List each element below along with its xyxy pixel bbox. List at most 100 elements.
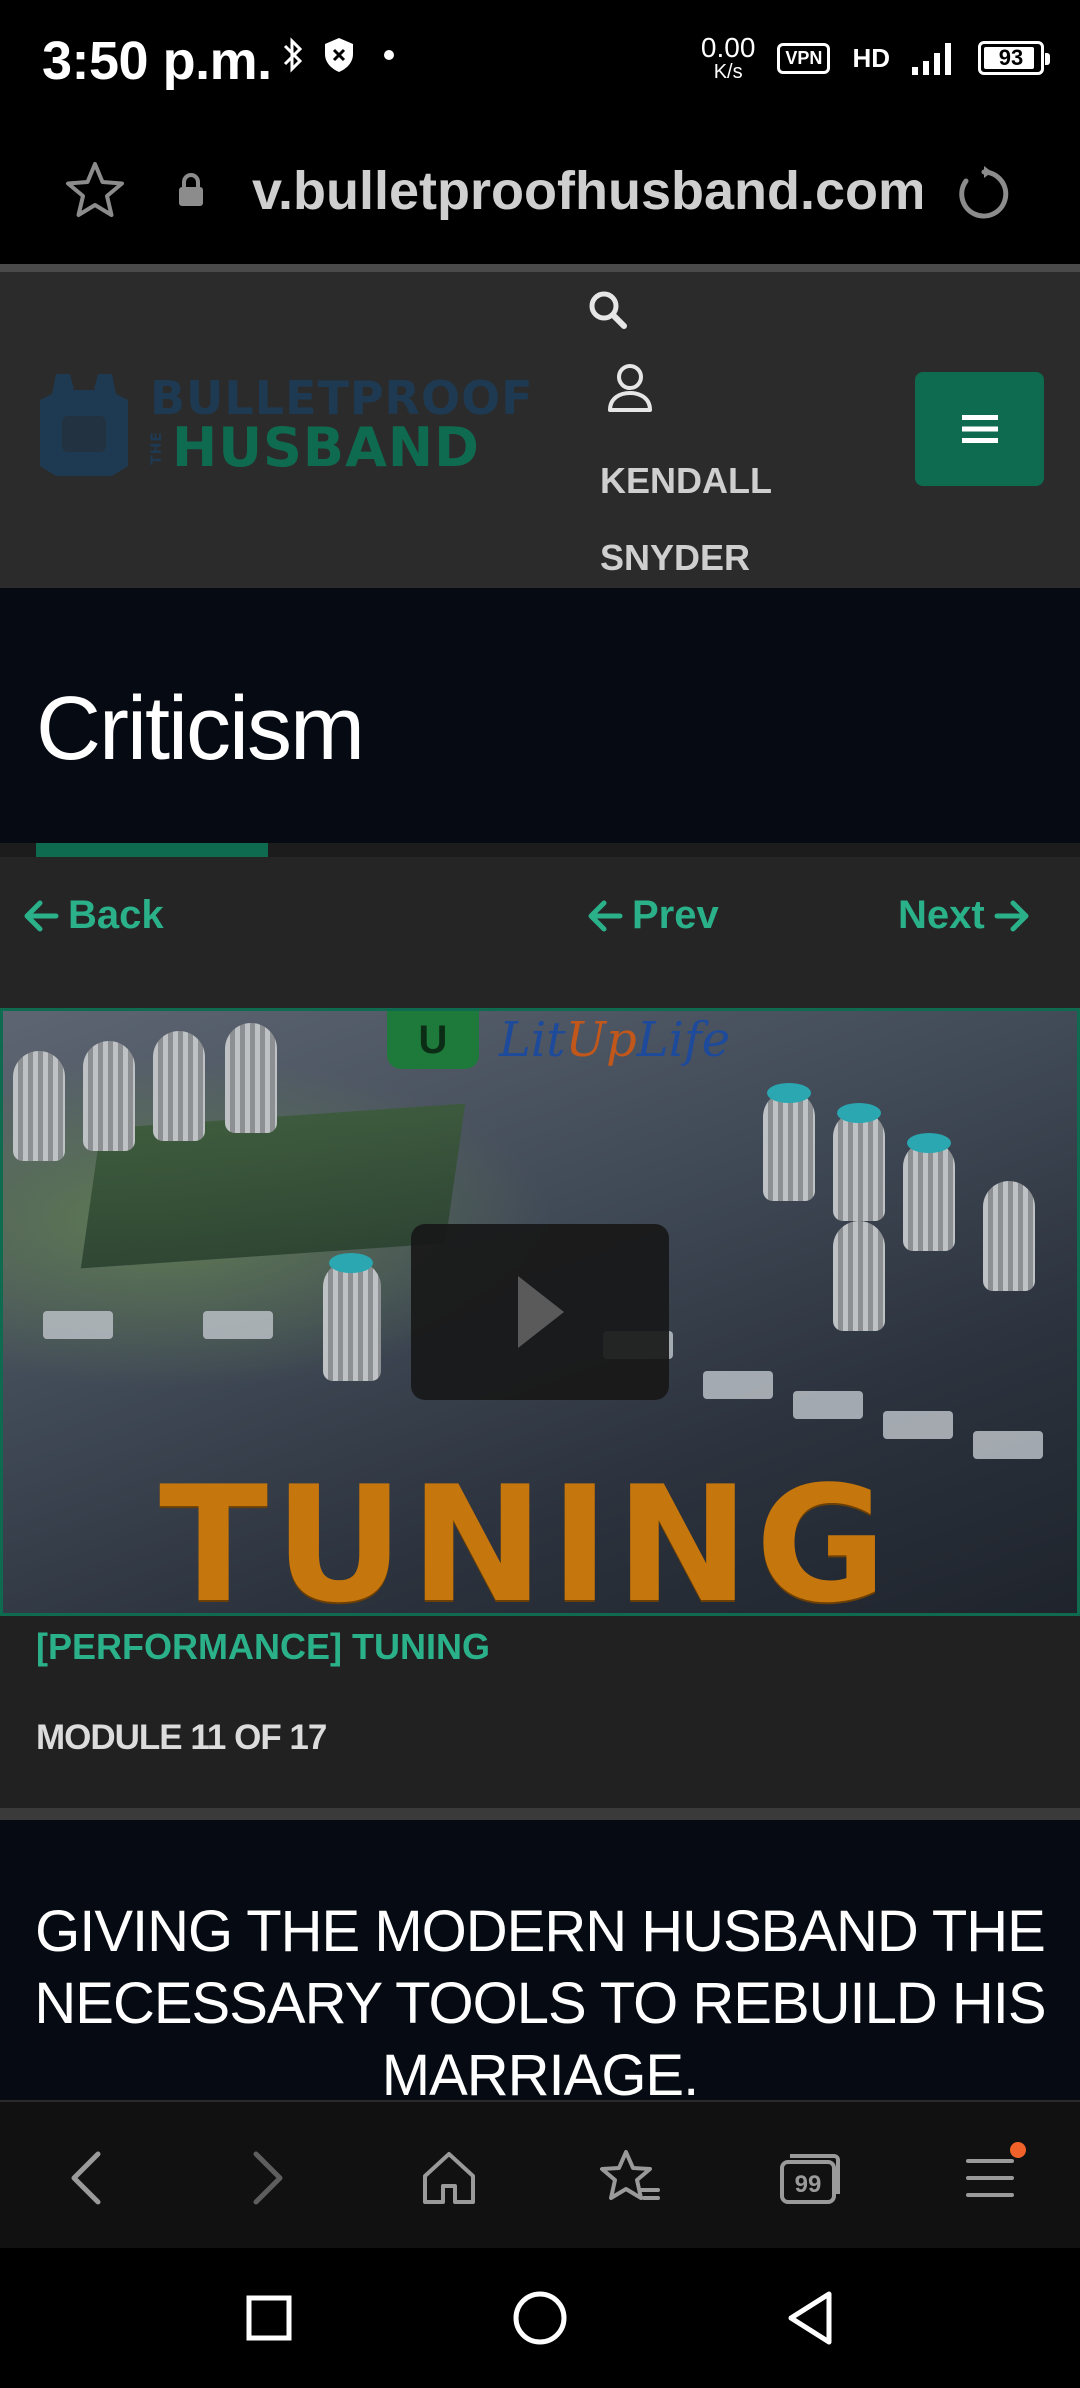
browser-back-button[interactable] <box>46 2138 126 2218</box>
mixer-key-graphic <box>973 1431 1043 1459</box>
video-overlay-word: TUNING <box>159 1451 893 1616</box>
logo-line2: HUSBAND <box>172 416 480 479</box>
user-first-name: KENDALL <box>600 460 772 501</box>
browser-forward-button[interactable] <box>228 2138 308 2218</box>
play-button[interactable] <box>411 1224 669 1400</box>
logo-the: THE <box>149 431 165 465</box>
arrow-left-icon <box>24 900 59 931</box>
home-icon <box>423 2152 475 2204</box>
recents-icon <box>246 2295 292 2341</box>
mixer-knob-graphic <box>763 1091 815 1201</box>
mixer-key-graphic <box>883 1411 953 1439</box>
logo-line2-row: THE HUSBAND <box>149 416 534 479</box>
prev-link[interactable]: Prev <box>586 893 719 938</box>
menu-button[interactable] <box>915 372 1044 486</box>
hd-label: HD <box>852 42 890 73</box>
arrow-left-icon <box>588 900 623 931</box>
arrow-right-icon <box>994 900 1029 931</box>
back-triangle-icon <box>788 2291 832 2345</box>
tabs-icon: 99 <box>780 2154 840 2204</box>
home-button[interactable] <box>500 2278 580 2358</box>
bluetooth-icon <box>283 37 303 73</box>
user-name[interactable]: KENDALL SNYDER <box>600 442 820 596</box>
mixer-knob-graphic <box>13 1051 65 1161</box>
channel-logo-letter: U <box>387 1011 479 1069</box>
status-time: 3:50 p.m. <box>42 31 272 91</box>
mixer-knob-cap-graphic <box>907 1133 951 1153</box>
channel-logo-name-prefix: Lit <box>499 1012 566 1068</box>
play-icon <box>518 1276 564 1348</box>
shield-icon <box>325 38 353 72</box>
net-speed-value: 0.00 <box>700 32 756 63</box>
android-nav-bar <box>0 2248 1080 2388</box>
title-band: Criticism <box>0 588 1080 843</box>
mixer-key-graphic <box>43 1311 113 1339</box>
hamburger-icon <box>961 415 998 443</box>
user-icon[interactable] <box>606 362 654 414</box>
url-text[interactable]: v.bulletproofhusband.com <box>252 160 922 222</box>
mixer-knob-cap-graphic <box>767 1083 811 1103</box>
notification-dot <box>1010 2142 1026 2158</box>
menu-icon <box>966 2159 1014 2197</box>
status-right-icons: 0.00 K/s VPN HD 93 <box>700 32 1050 83</box>
mixer-knob-cap-graphic <box>837 1103 881 1123</box>
mixer-knob-graphic <box>903 1141 955 1251</box>
reload-icon[interactable] <box>954 164 1014 224</box>
prev-label: Prev <box>632 893 719 937</box>
mixer-key-graphic <box>703 1371 773 1399</box>
status-bar: 3:50 p.m. 0.00 K/s VPN HD 93 <box>0 0 1080 120</box>
mixer-key-graphic <box>203 1311 273 1339</box>
video-player[interactable]: U LitUpLife TUNING <box>0 1008 1080 1616</box>
tagline: GIVING THE MODERN HUSBAND THE NECESSARY … <box>34 1899 1046 2100</box>
mixer-knob-graphic <box>833 1111 885 1221</box>
signal-icon <box>912 43 951 75</box>
bookmarks-icon <box>600 2150 660 2200</box>
mixer-knob-graphic <box>153 1031 205 1141</box>
svg-text:99: 99 <box>795 2171 822 2198</box>
star-icon[interactable] <box>64 160 126 220</box>
net-speed-unit: K/s <box>713 61 743 83</box>
browser-home-button[interactable] <box>409 2138 489 2218</box>
search-icon[interactable] <box>586 288 630 332</box>
vpn-badge: VPN <box>777 42 831 74</box>
next-label: Next <box>898 893 985 937</box>
progress-fill <box>36 843 269 857</box>
logo-line1: BULLETPROOF <box>150 371 534 425</box>
status-left-icons <box>282 36 404 74</box>
battery-level: 93 <box>998 45 1024 70</box>
user-last-name: SNYDER <box>600 537 751 578</box>
mixer-knob-graphic <box>83 1041 135 1151</box>
system-back-button[interactable] <box>770 2278 850 2358</box>
progress-track <box>0 843 1080 857</box>
browser-tabs-button[interactable]: 99 <box>770 2138 850 2218</box>
lesson-nav: Back Prev Next <box>0 843 1080 1011</box>
back-chevron-icon <box>71 2151 101 2205</box>
channel-logo-name: LitUpLife <box>499 1012 730 1068</box>
back-link[interactable]: Back <box>22 893 164 938</box>
mixer-knob-graphic <box>225 1023 277 1133</box>
recents-button[interactable] <box>229 2278 309 2358</box>
mixer-knob-cap-graphic <box>329 1253 373 1273</box>
channel-logo-name-suffix: Life <box>636 1012 731 1068</box>
next-link[interactable]: Next <box>898 893 1031 938</box>
net-speed: 0.00 K/s <box>700 32 756 83</box>
module-info: [PERFORMANCE] TUNING MODULE 11 OF 17 <box>0 1616 1080 1808</box>
page-title: Criticism <box>36 679 365 779</box>
browser-bookmarks-button[interactable] <box>590 2138 670 2218</box>
site-header: BULLETPROOF THE HUSBAND KENDALL SNYDER <box>0 272 1080 588</box>
forward-chevron-icon <box>253 2151 283 2205</box>
battery-icon: 93 <box>978 41 1050 75</box>
browser-menu-button[interactable] <box>950 2138 1030 2218</box>
logo-wordmark: BULLETPROOF THE HUSBAND <box>149 371 534 479</box>
home-circle-icon <box>513 2291 567 2345</box>
mixer-knob-graphic <box>323 1261 381 1381</box>
mixer-knob-graphic <box>983 1181 1035 1291</box>
browser-toolbar: 99 <box>0 2100 1080 2248</box>
module-divider <box>0 1808 1080 1820</box>
module-count: MODULE 11 OF 17 <box>36 1718 327 1757</box>
lock-icon <box>179 173 203 206</box>
back-label: Back <box>68 893 164 937</box>
url-divider <box>0 264 1080 272</box>
module-subtitle[interactable]: [PERFORMANCE] TUNING <box>36 1626 490 1668</box>
site-logo[interactable]: BULLETPROOF THE HUSBAND <box>36 370 534 480</box>
